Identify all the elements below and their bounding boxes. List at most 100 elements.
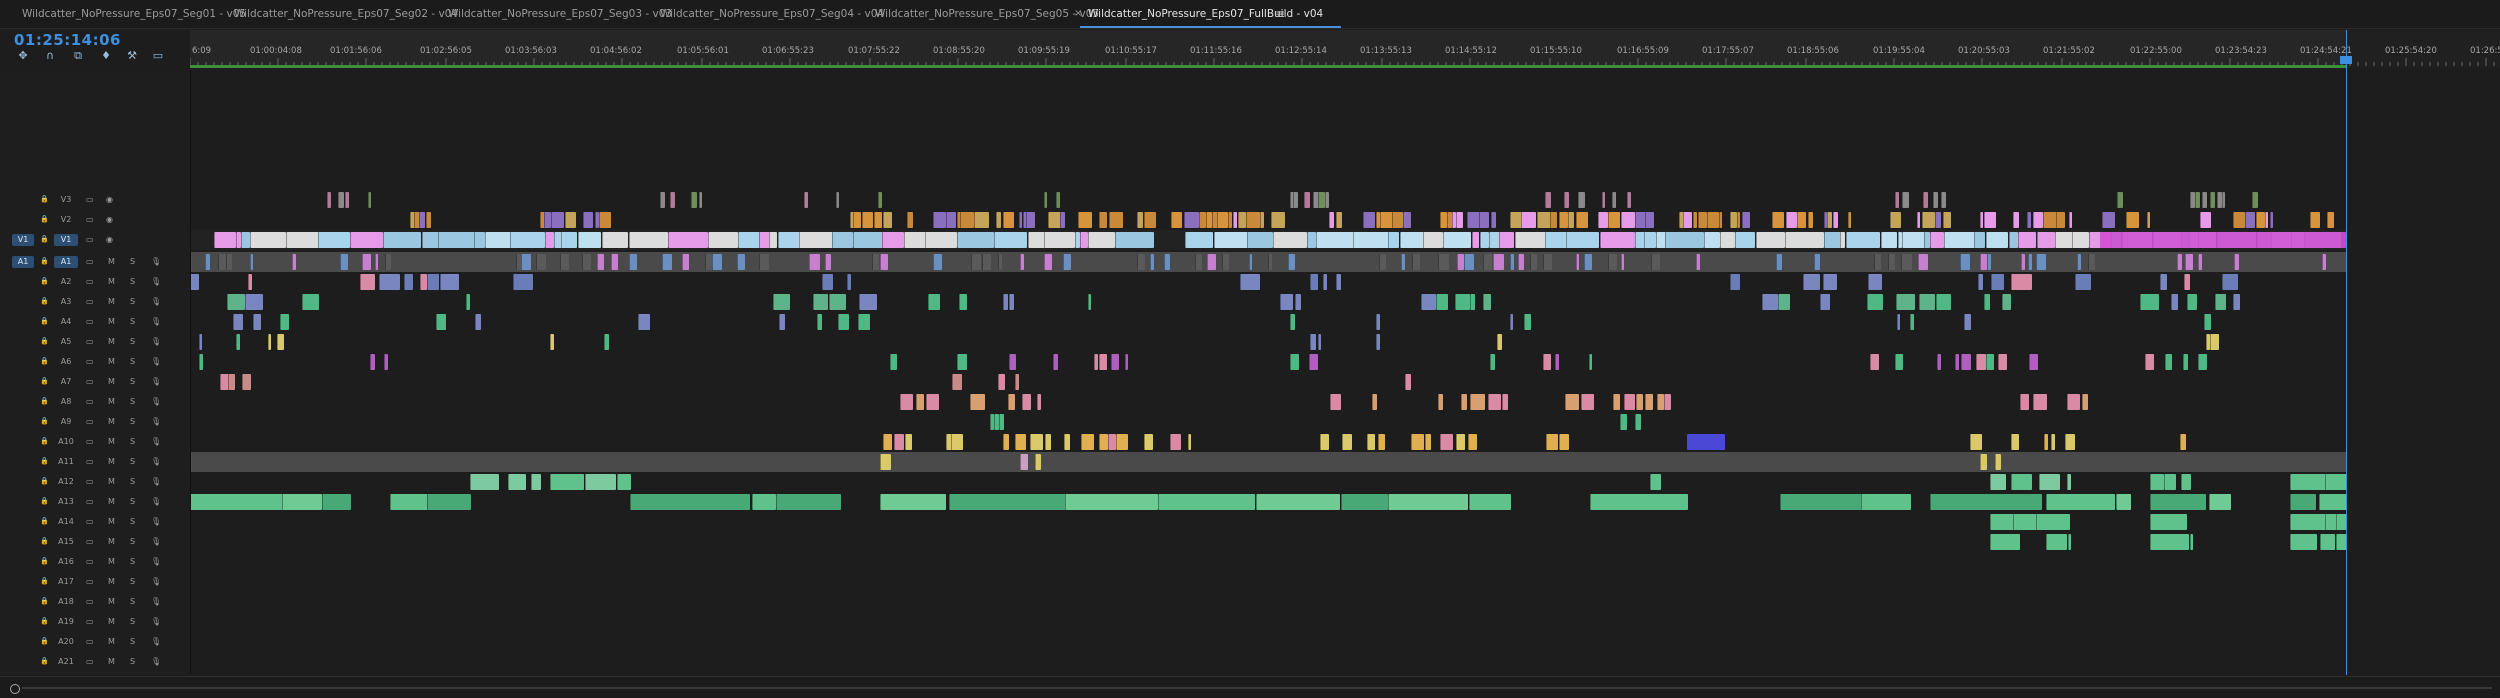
timeline-clip[interactable] (2165, 354, 2173, 370)
timeline-clip[interactable] (1796, 212, 1807, 228)
mute-button[interactable]: M (108, 637, 115, 647)
timeline-clip[interactable] (1824, 232, 1842, 248)
timeline-clip[interactable] (1098, 354, 1108, 370)
timeline-clip[interactable] (292, 254, 297, 270)
timeline-clip[interactable] (427, 274, 439, 290)
timeline-clip[interactable] (385, 254, 391, 270)
source-patch-v1[interactable]: V1 (12, 234, 34, 246)
voiceover-record-icon[interactable]: 🎙 (151, 257, 161, 267)
sync-lock-icon[interactable]: ▭ (86, 477, 94, 487)
timeline-clip[interactable] (1895, 294, 1915, 310)
timeline-clip[interactable] (485, 232, 511, 248)
track-header-a19[interactable]: 🔒 A19 ▭ M S 🎙 (0, 612, 190, 632)
timeline-clip[interactable] (2183, 354, 2189, 370)
timeline-clip[interactable] (384, 354, 389, 370)
timeline-clip[interactable] (279, 314, 289, 330)
lock-icon[interactable]: 🔒 (40, 497, 49, 505)
track-lane-a12[interactable] (190, 472, 2347, 492)
timeline-clip[interactable] (1322, 274, 1328, 290)
timeline-clip[interactable] (1411, 254, 1420, 270)
mute-button[interactable]: M (108, 477, 115, 487)
timeline-clip[interactable] (1064, 494, 1158, 510)
timeline-clip[interactable] (932, 254, 942, 270)
timeline-clip[interactable] (1845, 232, 1880, 248)
timeline-clip[interactable] (466, 294, 471, 310)
sequence-tab-3[interactable]: Wildcatter_NoPressure_Eps07_Seg03 - v03 (448, 0, 672, 28)
timeline-clip[interactable] (2233, 212, 2246, 228)
timeline-clip[interactable] (1423, 232, 1443, 248)
lock-icon[interactable]: 🔒 (40, 235, 49, 243)
timeline-clip[interactable] (217, 254, 226, 270)
timeline-clip[interactable] (831, 232, 854, 248)
timeline-clip[interactable] (250, 254, 254, 270)
timeline-clip[interactable] (2256, 212, 2265, 228)
voiceover-record-icon[interactable]: 🎙 (151, 457, 161, 467)
mute-button[interactable]: M (108, 557, 115, 567)
timeline-clip[interactable] (236, 334, 240, 350)
timeline-clip[interactable] (837, 314, 850, 330)
sync-lock-icon[interactable]: ▭ (86, 357, 94, 367)
timeline-clip[interactable] (1272, 232, 1308, 248)
timeline-clip[interactable] (952, 374, 963, 390)
timeline-clip[interactable] (204, 254, 210, 270)
timeline-clip[interactable] (1099, 212, 1108, 228)
timeline-clip[interactable] (1954, 354, 1959, 370)
timeline-clip[interactable] (1575, 212, 1588, 228)
solo-button[interactable]: S (130, 637, 135, 647)
mute-button[interactable]: M (108, 397, 115, 407)
timeline-clip[interactable] (515, 254, 521, 270)
mute-button[interactable]: M (108, 417, 115, 427)
timeline-clip[interactable] (1290, 314, 1295, 330)
timeline-clip[interactable] (1608, 212, 1620, 228)
timeline-clip[interactable] (2233, 294, 2241, 310)
timeline-clip[interactable] (1388, 232, 1400, 248)
timeline-clip[interactable] (1377, 434, 1385, 450)
eye-icon[interactable]: ◉ (106, 195, 113, 205)
timeline-clip[interactable] (1611, 192, 1617, 208)
timeline-clip[interactable] (861, 212, 874, 228)
timeline-clip[interactable] (1936, 294, 1952, 310)
timeline-clip[interactable] (1488, 232, 1500, 248)
timeline-clip[interactable] (2100, 232, 2346, 248)
sequence-tab-1[interactable]: Wildcatter_NoPressure_Eps07_Seg01 - v05 (22, 0, 246, 28)
timeline-clip[interactable] (2035, 254, 2047, 270)
lock-icon[interactable]: 🔒 (40, 257, 49, 265)
timeline-clip[interactable] (1780, 494, 1862, 510)
timeline-clip[interactable] (1719, 212, 1723, 228)
track-lane-a5[interactable] (190, 332, 2346, 352)
timeline-clip[interactable] (996, 212, 1002, 228)
lock-icon[interactable]: 🔒 (40, 357, 49, 365)
lock-icon[interactable]: 🔒 (40, 377, 49, 385)
mute-button[interactable]: M (108, 337, 115, 347)
close-tab-icon[interactable]: × (1074, 0, 1082, 28)
timeline-clip[interactable] (1734, 232, 1756, 248)
timeline-clip[interactable] (1246, 232, 1274, 248)
timeline-clip[interactable] (879, 254, 888, 270)
timeline-clip[interactable] (1099, 434, 1109, 450)
mute-button[interactable]: M (108, 277, 115, 287)
playhead-timecode[interactable]: 01:25:14:06 (14, 31, 121, 49)
voiceover-record-icon[interactable]: 🎙 (151, 397, 161, 407)
timeline-clip[interactable] (1078, 212, 1092, 228)
timeline-clip[interactable] (1719, 232, 1735, 248)
timeline-clip[interactable] (1018, 212, 1022, 228)
timeline-clip[interactable] (707, 232, 738, 248)
timeline-clip[interactable] (1860, 494, 1911, 510)
timeline-clip[interactable] (681, 254, 690, 270)
timeline-clip[interactable] (2176, 254, 2182, 270)
timeline-clip[interactable] (1499, 232, 1514, 248)
timeline-clip[interactable] (667, 232, 709, 248)
timeline-clip[interactable] (2150, 474, 2164, 490)
timeline-clip[interactable] (1784, 232, 1825, 248)
timeline-clip[interactable] (1626, 192, 1631, 208)
timeline-clip[interactable] (550, 474, 585, 490)
timeline-clip[interactable] (1227, 212, 1233, 228)
sync-lock-icon[interactable]: ▭ (86, 457, 94, 467)
timeline-clip[interactable] (285, 232, 319, 248)
sequence-tab-5[interactable]: Wildcatter_NoPressure_Eps07_Seg05 - v05 (875, 0, 1099, 28)
sequence-tab-2[interactable]: Wildcatter_NoPressure_Eps07_Seg02 - v04 (234, 0, 458, 28)
timeline-clip[interactable] (1635, 414, 1641, 430)
timeline-clip[interactable] (1008, 294, 1014, 310)
timeline-clip[interactable] (853, 212, 862, 228)
timeline-clip[interactable] (1455, 212, 1464, 228)
